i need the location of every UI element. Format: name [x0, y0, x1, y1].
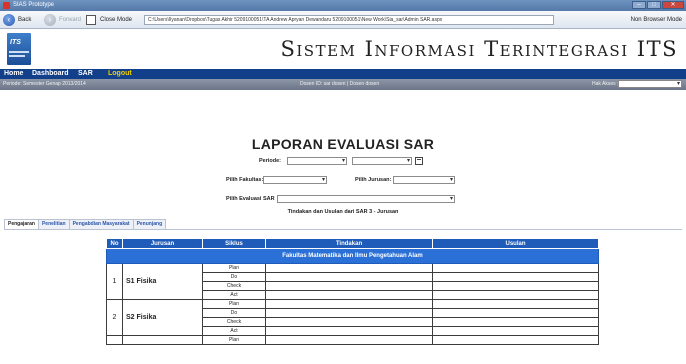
- tab-penelitian[interactable]: Penelitian: [37, 219, 70, 229]
- usulan-cell[interactable]: [432, 317, 599, 327]
- tindakan-cell[interactable]: [265, 299, 433, 309]
- siklus-cell: Plan: [202, 263, 266, 273]
- app-icon: [3, 2, 10, 9]
- tindakan-cell[interactable]: [265, 335, 433, 345]
- usulan-cell[interactable]: [432, 308, 599, 318]
- tindakan-cell[interactable]: [265, 281, 433, 291]
- forward-arrow-icon[interactable]: ›: [44, 14, 56, 26]
- col-header-no: No: [106, 238, 123, 249]
- usulan-cell[interactable]: [432, 335, 599, 345]
- jurusan-name: S2 Fisika: [122, 299, 203, 336]
- table-row: Plan: [106, 335, 599, 345]
- periode-label: Periode:: [259, 158, 282, 164]
- nav-dashboard[interactable]: Dashboard: [32, 70, 69, 77]
- tindakan-cell[interactable]: [265, 290, 433, 300]
- evaluasi-label: Pilih Evaluasi SAR: [226, 196, 275, 202]
- siklus-cell: Plan: [202, 335, 266, 345]
- logo-text: ITS: [10, 39, 21, 46]
- site-title: Sistem Informasi Terintegrasi ITS: [280, 37, 678, 61]
- tab-penunjang[interactable]: Penunjang: [132, 219, 167, 229]
- usulan-cell[interactable]: [432, 272, 599, 282]
- info-bar: Periode: Semester Genap 2013/2014 Dosen …: [0, 79, 686, 90]
- close-button[interactable]: ✕: [662, 1, 684, 9]
- sar-table: No Jurusan Siklus Tindakan Usulan Fakult…: [106, 238, 599, 345]
- evaluasi-select[interactable]: [277, 195, 455, 203]
- col-header-tindakan: Tindakan: [265, 238, 433, 249]
- browser-mode-label[interactable]: Non Browser Mode: [631, 17, 682, 23]
- tab-divider: [4, 229, 682, 230]
- table-caption: Tindakan dan Usulan dari SAR 3 - Jurusan: [287, 209, 399, 215]
- usulan-cell[interactable]: [432, 263, 599, 273]
- window-title-bar: SIAS Prototype – □ ✕: [0, 0, 686, 11]
- nav-home[interactable]: Home: [4, 70, 23, 77]
- close-mode-icon[interactable]: [86, 15, 96, 25]
- role-label: Hak Akses :: [592, 81, 619, 87]
- row-number: 1: [106, 263, 123, 300]
- siklus-cell: Do: [202, 272, 266, 282]
- address-bar[interactable]: C:\Users\Ilyanan\Dropbox\Tugas Akhir 520…: [144, 15, 554, 25]
- close-mode-button[interactable]: Close Mode: [100, 17, 132, 23]
- row-number: 2: [106, 299, 123, 336]
- siklus-cell: Act: [202, 290, 266, 300]
- faculty-name: Fakultas Matematika dan Ilmu Pengetahuan…: [106, 248, 599, 264]
- col-header-siklus: Siklus: [202, 238, 266, 249]
- nav-logout[interactable]: Logout: [108, 70, 132, 77]
- site-header: ITS Sistem Informasi Terintegrasi ITS: [0, 29, 686, 69]
- tindakan-cell[interactable]: [265, 326, 433, 336]
- tindakan-cell[interactable]: [265, 263, 433, 273]
- fakultas-select[interactable]: [263, 176, 327, 184]
- minimize-button[interactable]: –: [632, 1, 646, 9]
- window-title: SIAS Prototype: [13, 2, 55, 8]
- tindakan-cell[interactable]: [265, 308, 433, 318]
- report-title: LAPORAN EVALUASI SAR: [251, 136, 435, 152]
- jurusan-name: S1 Fisika: [122, 263, 203, 300]
- periode-select-2[interactable]: [352, 157, 412, 165]
- table-row: 2 S2 Fisika Plan: [106, 299, 599, 336]
- role-select[interactable]: [618, 80, 682, 88]
- tab-pengajaran[interactable]: Pengajaran: [4, 219, 39, 229]
- jurusan-name: [122, 335, 203, 345]
- period-text: Periode: Semester Genap 2013/2014: [3, 81, 86, 87]
- jurusan-select[interactable]: [393, 176, 455, 184]
- tindakan-cell[interactable]: [265, 317, 433, 327]
- siklus-cell: Plan: [202, 299, 266, 309]
- main-nav: Home Dashboard SAR Logout: [0, 69, 686, 79]
- siklus-cell: Check: [202, 317, 266, 327]
- siklus-cell: Act: [202, 326, 266, 336]
- user-text: Dosen ID: sar dosen | Dosen dosen: [300, 81, 380, 87]
- usulan-cell[interactable]: [432, 281, 599, 291]
- browser-toolbar: ‹ Back › Forward Close Mode C:\Users\Ily…: [0, 11, 686, 29]
- tab-bar: Pengajaran Penelitian Pengabdian Masyara…: [4, 219, 167, 229]
- fakultas-label: Pilih Fakultas:: [226, 177, 264, 183]
- col-header-jurusan: Jurusan: [122, 238, 203, 249]
- faculty-row: Fakultas Matematika dan Ilmu Pengetahuan…: [106, 248, 599, 264]
- its-logo: ITS: [7, 33, 31, 65]
- tindakan-cell[interactable]: [265, 272, 433, 282]
- tab-pengabdian-masyarakat[interactable]: Pengabdian Masyarakat: [68, 219, 134, 229]
- back-button-label[interactable]: Back: [18, 17, 31, 23]
- table-header-row: No Jurusan Siklus Tindakan Usulan: [106, 238, 599, 249]
- row-number: [106, 335, 123, 345]
- siklus-cell: Check: [202, 281, 266, 291]
- back-arrow-icon[interactable]: ‹: [3, 14, 15, 26]
- nav-sar[interactable]: SAR: [78, 70, 93, 77]
- usulan-cell[interactable]: [432, 299, 599, 309]
- usulan-cell[interactable]: [432, 290, 599, 300]
- siklus-cell: Do: [202, 308, 266, 318]
- col-header-usulan: Usulan: [432, 238, 599, 249]
- jurusan-label: Pilih Jurusan:: [355, 177, 392, 183]
- table-row: 1 S1 Fisika Plan: [106, 263, 599, 300]
- maximize-button[interactable]: □: [647, 1, 661, 9]
- calendar-icon[interactable]: [415, 157, 423, 165]
- window-controls: – □ ✕: [632, 1, 684, 9]
- forward-button-label[interactable]: Forward: [59, 17, 81, 23]
- usulan-cell[interactable]: [432, 326, 599, 336]
- periode-select-1[interactable]: [287, 157, 347, 165]
